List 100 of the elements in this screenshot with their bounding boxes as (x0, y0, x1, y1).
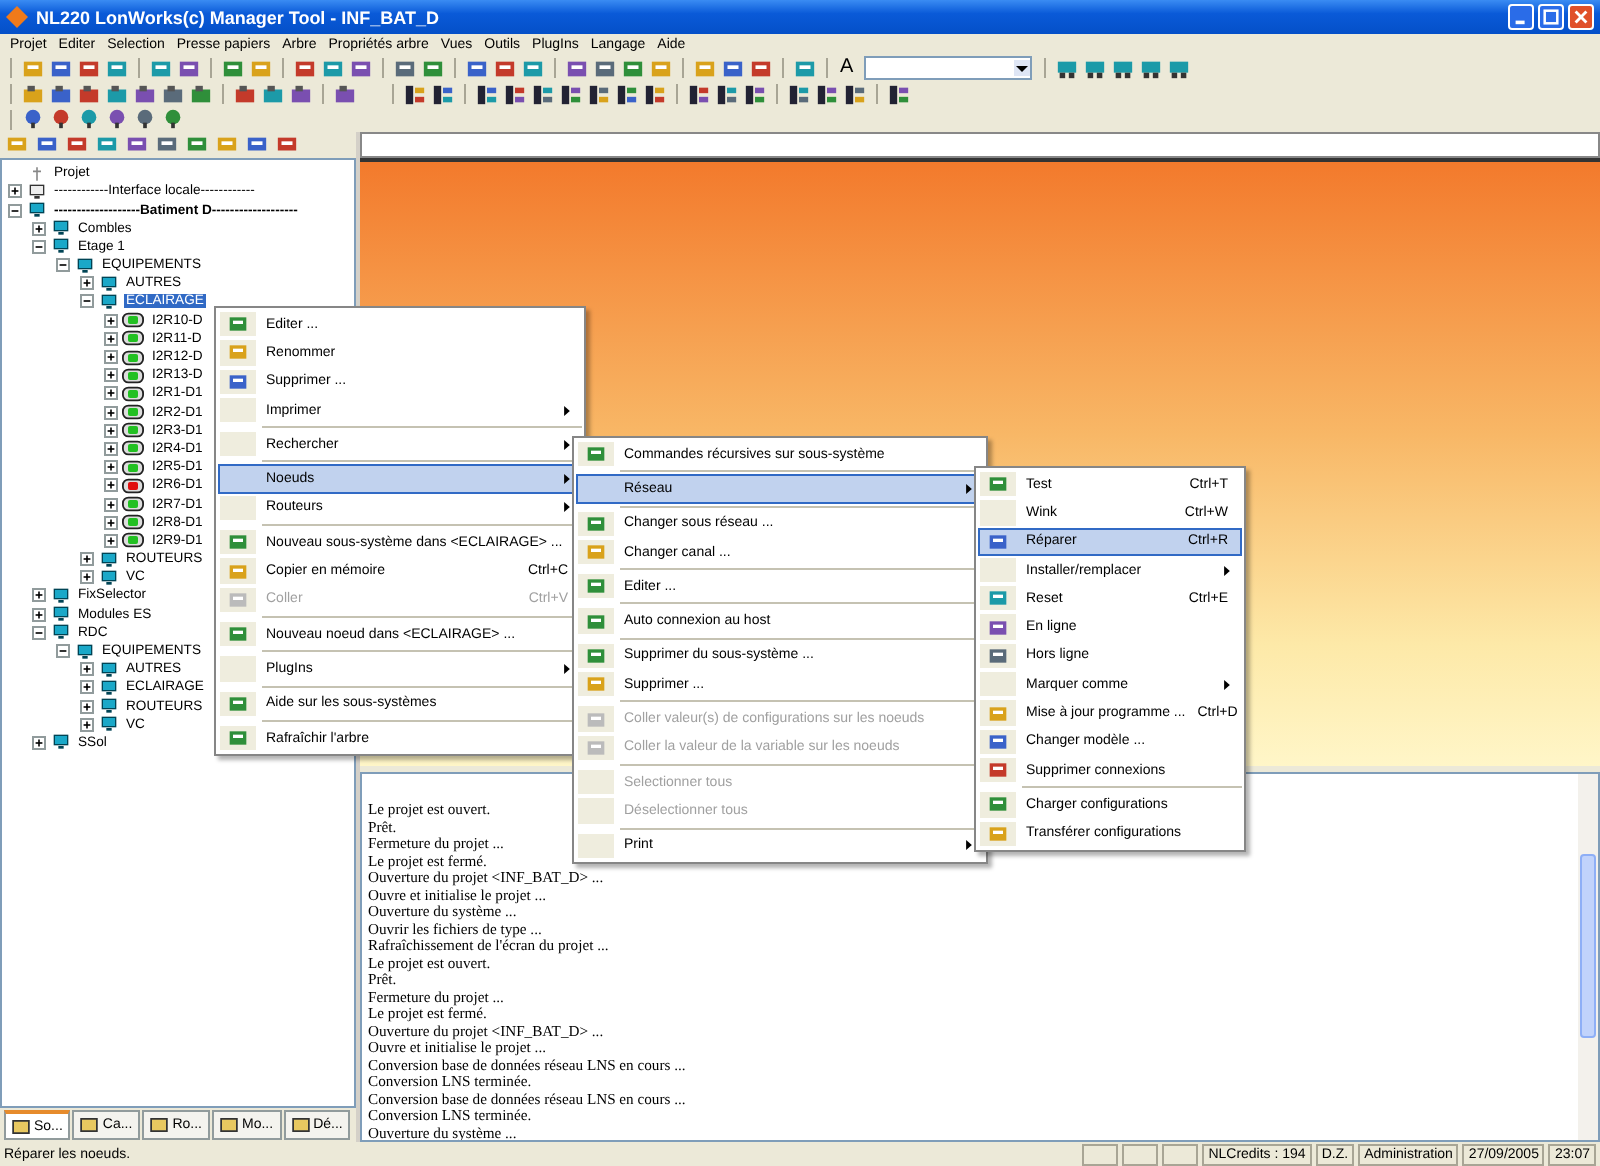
toolbar-icon[interactable] (190, 83, 212, 106)
computer-icon (50, 624, 72, 641)
toolbar-icon[interactable] (134, 83, 156, 106)
toolbar-icon[interactable] (1055, 57, 1078, 80)
dropdown-arrow-icon[interactable] (1013, 60, 1030, 77)
toolbar-icon[interactable] (504, 83, 526, 106)
expand-toggle[interactable] (80, 699, 94, 714)
expand-toggle[interactable] (104, 350, 118, 365)
toolbar-icon[interactable] (262, 83, 284, 106)
toolbar-icon[interactable] (466, 57, 488, 80)
toolbar-icon[interactable] (126, 134, 148, 157)
computer-icon (98, 661, 120, 678)
expand-toggle[interactable] (80, 717, 94, 732)
expand-toggle[interactable] (32, 607, 46, 622)
expand-toggle[interactable] (104, 386, 118, 401)
toolbar-icon[interactable] (588, 83, 610, 106)
toolbar-icon[interactable] (78, 108, 100, 131)
toolbar-icon[interactable] (22, 108, 44, 131)
expand-toggle[interactable] (104, 460, 118, 475)
toolbar-icon[interactable] (716, 83, 738, 106)
close-icon (1572, 8, 1590, 26)
expand-toggle[interactable] (56, 644, 70, 659)
toolbar-icon[interactable] (1139, 57, 1162, 80)
expand-toggle[interactable] (8, 184, 22, 199)
toolbar-icon[interactable] (234, 83, 256, 106)
expand-toggle[interactable] (80, 570, 94, 585)
toolbar-icon[interactable] (162, 83, 184, 106)
menu-item-icon (988, 531, 1008, 552)
expand-toggle[interactable] (104, 497, 118, 512)
toolbar-icon[interactable] (350, 57, 372, 80)
toolbar-icon[interactable] (50, 108, 72, 131)
computer-icon (50, 220, 72, 237)
toolbar-icon[interactable] (134, 108, 156, 131)
expand-toggle[interactable] (104, 405, 118, 420)
computer-icon (50, 734, 72, 751)
toolbar-icon[interactable] (50, 83, 72, 106)
toolbar-icon[interactable] (566, 57, 588, 80)
toolbar-icon[interactable] (36, 134, 58, 157)
font-button[interactable]: A (836, 56, 858, 81)
expand-toggle[interactable] (32, 239, 46, 254)
toolbar-icon[interactable] (22, 83, 44, 106)
expand-toggle[interactable] (104, 423, 118, 438)
toolbar-icon[interactable] (106, 108, 128, 131)
maximize-button[interactable] (1538, 4, 1564, 30)
tab-icon (150, 1118, 169, 1132)
expand-toggle[interactable] (80, 294, 94, 309)
expand-toggle[interactable] (80, 552, 94, 567)
minimize-button[interactable] (1508, 4, 1534, 30)
expand-toggle[interactable] (8, 203, 22, 218)
computer-icon (98, 679, 120, 696)
toolbar-icon[interactable] (334, 83, 356, 106)
toolbar-icon[interactable] (844, 83, 866, 106)
toolbar-icon[interactable] (788, 83, 810, 106)
toolbar-icon[interactable] (78, 83, 100, 106)
toolbar-icon[interactable] (744, 83, 766, 106)
expand-toggle[interactable] (104, 368, 118, 383)
expand-toggle[interactable] (104, 441, 118, 456)
toolbar-icon[interactable] (816, 83, 838, 106)
expand-toggle[interactable] (80, 680, 94, 695)
toolbar-icon[interactable] (476, 83, 498, 106)
menu-item-icon (228, 532, 248, 553)
submenu-arrow-icon (564, 439, 570, 450)
close-button[interactable] (1568, 4, 1594, 30)
expand-toggle[interactable] (32, 221, 46, 236)
expand-toggle[interactable] (104, 533, 118, 548)
toolbar-icon[interactable] (1083, 57, 1106, 80)
toolbar-icon[interactable] (1111, 57, 1134, 80)
expand-toggle[interactable] (104, 331, 118, 346)
expand-toggle[interactable] (32, 588, 46, 603)
toolbar-icon[interactable] (1167, 57, 1190, 80)
monitor-icon (26, 183, 48, 200)
toolbar-icon[interactable] (722, 57, 744, 80)
toolbar-icon[interactable] (560, 83, 582, 106)
expand-toggle[interactable] (104, 478, 118, 493)
expand-toggle[interactable] (56, 258, 70, 273)
status-panel (1162, 1143, 1199, 1165)
expand-toggle[interactable] (104, 313, 118, 328)
toolbar-icon[interactable] (178, 57, 200, 80)
toolbar-icon[interactable] (432, 83, 454, 106)
menu-item-icon (228, 728, 248, 748)
toolbar-icon[interactable] (246, 134, 268, 157)
menu-item-icon (988, 617, 1008, 638)
toolbar-icon[interactable] (532, 83, 554, 106)
expand-toggle[interactable] (80, 662, 94, 677)
toolbar-icon[interactable] (616, 83, 638, 106)
toolbar-icon[interactable] (50, 57, 72, 80)
vertical-scrollbar[interactable] (1578, 774, 1598, 1140)
computer-icon (50, 238, 72, 255)
toolbar-icon[interactable] (888, 83, 910, 106)
toolbar-icon[interactable] (106, 83, 128, 106)
expand-toggle[interactable] (32, 625, 46, 640)
toolbar-icon[interactable] (644, 83, 666, 106)
expand-toggle[interactable] (32, 735, 46, 750)
expand-toggle[interactable] (104, 515, 118, 530)
expand-toggle[interactable] (80, 276, 94, 291)
toolbar-icon[interactable] (290, 83, 312, 106)
toolbar-icon[interactable] (688, 83, 710, 106)
toolbar-icon[interactable] (162, 108, 184, 131)
toolbar-icon[interactable] (404, 83, 426, 106)
computer-icon (98, 275, 120, 292)
